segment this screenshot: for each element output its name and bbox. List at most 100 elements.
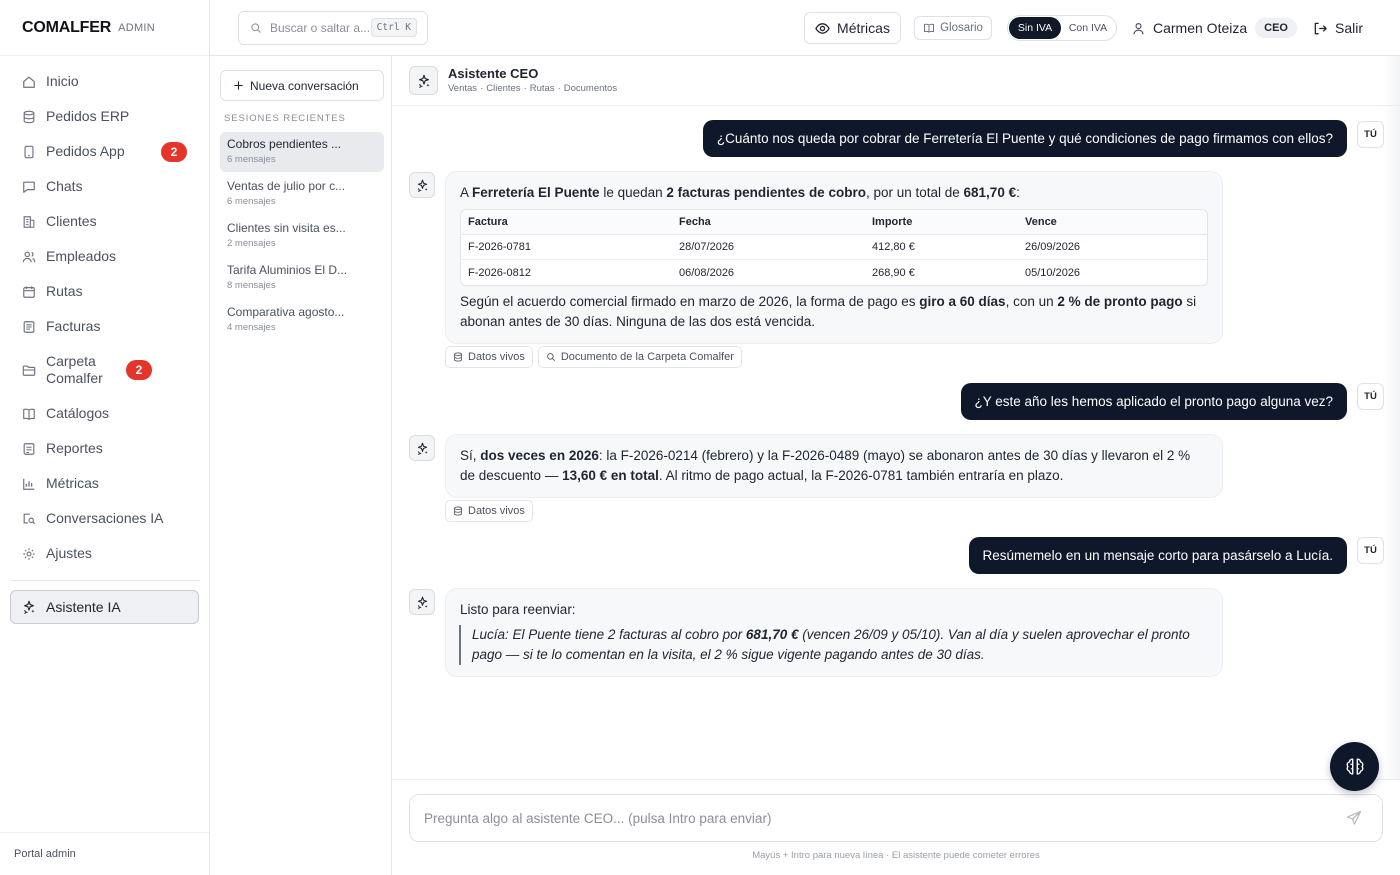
assistant-fab-button[interactable] <box>1330 742 1379 791</box>
sessions-heading: SESIONES RECIENTES <box>224 113 346 124</box>
sidebar-item-clientes[interactable]: Clientes <box>0 204 209 239</box>
text-run: , con un <box>1005 294 1058 309</box>
sidebar-item-conversaciones-ia[interactable]: Conversaciones IA <box>0 501 209 536</box>
table-header: Factura <box>461 210 672 235</box>
search-icon <box>250 22 262 34</box>
send-icon[interactable] <box>1346 810 1362 826</box>
sidebar-item-label: Chats <box>46 178 83 194</box>
source-chip-documento[interactable]: Documento de la Carpeta Comalfer <box>537 346 742 368</box>
forward-quote: Lucía: El Puente tiene 2 facturas al cob… <box>459 625 1208 665</box>
sidebar-item-label: Carpeta Comalfer <box>46 353 103 386</box>
logout-icon <box>1313 21 1328 36</box>
logout-button[interactable]: Salir <box>1313 0 1363 56</box>
text-run: : <box>1016 185 1020 200</box>
sidebar-divider <box>10 580 199 581</box>
user-menu[interactable]: Carmen Oteiza CEO <box>1132 0 1297 56</box>
sidebar-item-carpeta-comalfer[interactable]: Carpeta Comalfer 2 <box>0 344 209 396</box>
metricas-button[interactable]: Métricas <box>804 12 901 44</box>
table-cell: 26/09/2026 <box>1018 235 1207 260</box>
sidebar-item-facturas[interactable]: Facturas <box>0 309 209 344</box>
sidebar-item-reportes[interactable]: Reportes <box>0 431 209 466</box>
sidebar-item-label: Inicio <box>46 73 79 89</box>
session-title: Ventas de julio por c... <box>227 179 346 193</box>
assistant-message-icon <box>409 435 435 461</box>
sidebar-nav: Inicio Pedidos ERP Pedidos App 2 Chats C… <box>0 56 209 624</box>
session-list: Cobros pendientes ... 6 mensajes Ventas … <box>220 132 384 342</box>
search-box[interactable]: Buscar o saltar a... Ctrl K <box>238 11 428 45</box>
session-meta: 4 mensajes <box>227 322 276 333</box>
chat-scopes: Ventas · Clientes · Rutas · Documentos <box>448 83 618 94</box>
source-chips: Datos vivos Documento de la Carpeta Coma… <box>445 346 742 368</box>
sidebar-item-metricas[interactable]: Métricas <box>0 466 209 501</box>
iva-off-option[interactable]: Sin IVA <box>1009 17 1061 39</box>
session-item[interactable]: Ventas de julio por c... 6 mensajes <box>220 174 384 214</box>
brand-role: ADMIN <box>118 21 156 34</box>
source-chip-datos-vivos[interactable]: Datos vivos <box>445 500 533 522</box>
session-title: Cobros pendientes ... <box>227 137 342 151</box>
sidebar-item-label: Pedidos App <box>46 143 125 159</box>
brand-logo[interactable]: COMALFER <box>22 19 111 37</box>
composer-hint: Mayús + Intro para nueva línea · El asis… <box>752 850 1040 861</box>
session-title: Clientes sin visita es... <box>227 221 346 235</box>
new-conversation-button[interactable]: Nueva conversación <box>220 70 384 101</box>
sidebar-item-ajustes[interactable]: Ajustes <box>0 536 209 571</box>
sidebar-item-catalogos[interactable]: Catálogos <box>0 396 209 431</box>
scope-label: Ventas <box>448 83 478 94</box>
table-cell: 412,80 € <box>865 235 1018 260</box>
sidebar-item-label: Asistente IA <box>46 599 121 615</box>
user-tag: TÚ <box>1357 121 1384 148</box>
sparkle-icon <box>416 179 429 192</box>
message-thread: ¿Cuánto nos queda por cobrar de Ferreter… <box>392 107 1400 779</box>
database-icon <box>453 506 463 516</box>
sidebar-item-label: Conversaciones IA <box>46 510 164 526</box>
sidebar-item-label: Rutas <box>46 283 83 299</box>
sidebar-item-rutas[interactable]: Rutas <box>0 274 209 309</box>
session-item[interactable]: Tarifa Aluminios El D... 8 mensajes <box>220 258 384 298</box>
text-run: Sí, <box>460 448 481 463</box>
sidebar-item-pedidos-app[interactable]: Pedidos App 2 <box>0 134 209 169</box>
glosario-button[interactable]: Glosario <box>914 16 992 40</box>
phone-icon <box>22 145 36 159</box>
sidebar-item-label: Catálogos <box>46 405 110 421</box>
sidebar-item-asistente-ia[interactable]: Asistente IA <box>10 590 199 624</box>
database-icon <box>22 110 36 124</box>
notification-badge: 2 <box>161 141 187 162</box>
sidebar-item-empleados[interactable]: Empleados <box>0 239 209 274</box>
sidebar-item-inicio[interactable]: Inicio <box>0 64 209 99</box>
building-icon <box>22 215 36 229</box>
sidebar-item-label: Empleados <box>46 248 117 264</box>
source-chip-datos-vivos[interactable]: Datos vivos <box>445 346 533 368</box>
bar-chart-icon <box>22 477 36 491</box>
plus-icon <box>233 80 244 91</box>
text-run: Según el acuerdo comercial firmado en ma… <box>460 294 920 309</box>
keyboard-shortcut: Ctrl K <box>370 18 417 37</box>
message-paragraph: Sí, dos veces en 2026: la F-2026-0214 (f… <box>460 446 1208 486</box>
message-input[interactable] <box>424 810 1324 826</box>
sessions-panel: Nueva conversación SESIONES RECIENTES Co… <box>210 56 392 875</box>
sidebar-item-label: Métricas <box>46 475 99 491</box>
search-placeholder: Buscar o saltar a... <box>270 21 371 35</box>
chat-header: Asistente CEO Ventas · Clientes · Rutas · D… <box>392 56 1400 106</box>
home-icon <box>22 75 36 89</box>
sparkle-icon <box>417 74 431 88</box>
gear-icon <box>22 547 36 561</box>
search-icon <box>546 352 556 362</box>
session-item[interactable]: Comparativa agosto... 4 mensajes <box>220 300 384 340</box>
metricas-label: Métricas <box>837 20 890 36</box>
assistant-avatar <box>409 66 438 95</box>
table-cell: F-2026-0781 <box>461 235 672 260</box>
session-item[interactable]: Cobros pendientes ... 6 mensajes <box>220 132 384 172</box>
brand: COMALFER ADMIN <box>0 0 209 56</box>
text-run: , por un total de <box>865 185 964 200</box>
session-meta: 6 mensajes <box>227 196 276 207</box>
invoice-table: Factura Fecha Importe Vence F-2026-0781 … <box>460 209 1208 286</box>
session-title: Tarifa Aluminios El D... <box>227 263 348 277</box>
text-run-bold: Ferretería El Puente <box>472 185 600 200</box>
sidebar-item-pedidos-erp[interactable]: Pedidos ERP <box>0 99 209 134</box>
message-intro: Listo para reenviar: <box>460 602 576 617</box>
sidebar-item-chats[interactable]: Chats <box>0 169 209 204</box>
sidebar-item-label: Facturas <box>46 318 101 334</box>
iva-on-option[interactable]: Con IVA <box>1061 17 1115 39</box>
session-item[interactable]: Clientes sin visita es... 2 mensajes <box>220 216 384 256</box>
sidebar-item-label: Reportes <box>46 440 103 456</box>
